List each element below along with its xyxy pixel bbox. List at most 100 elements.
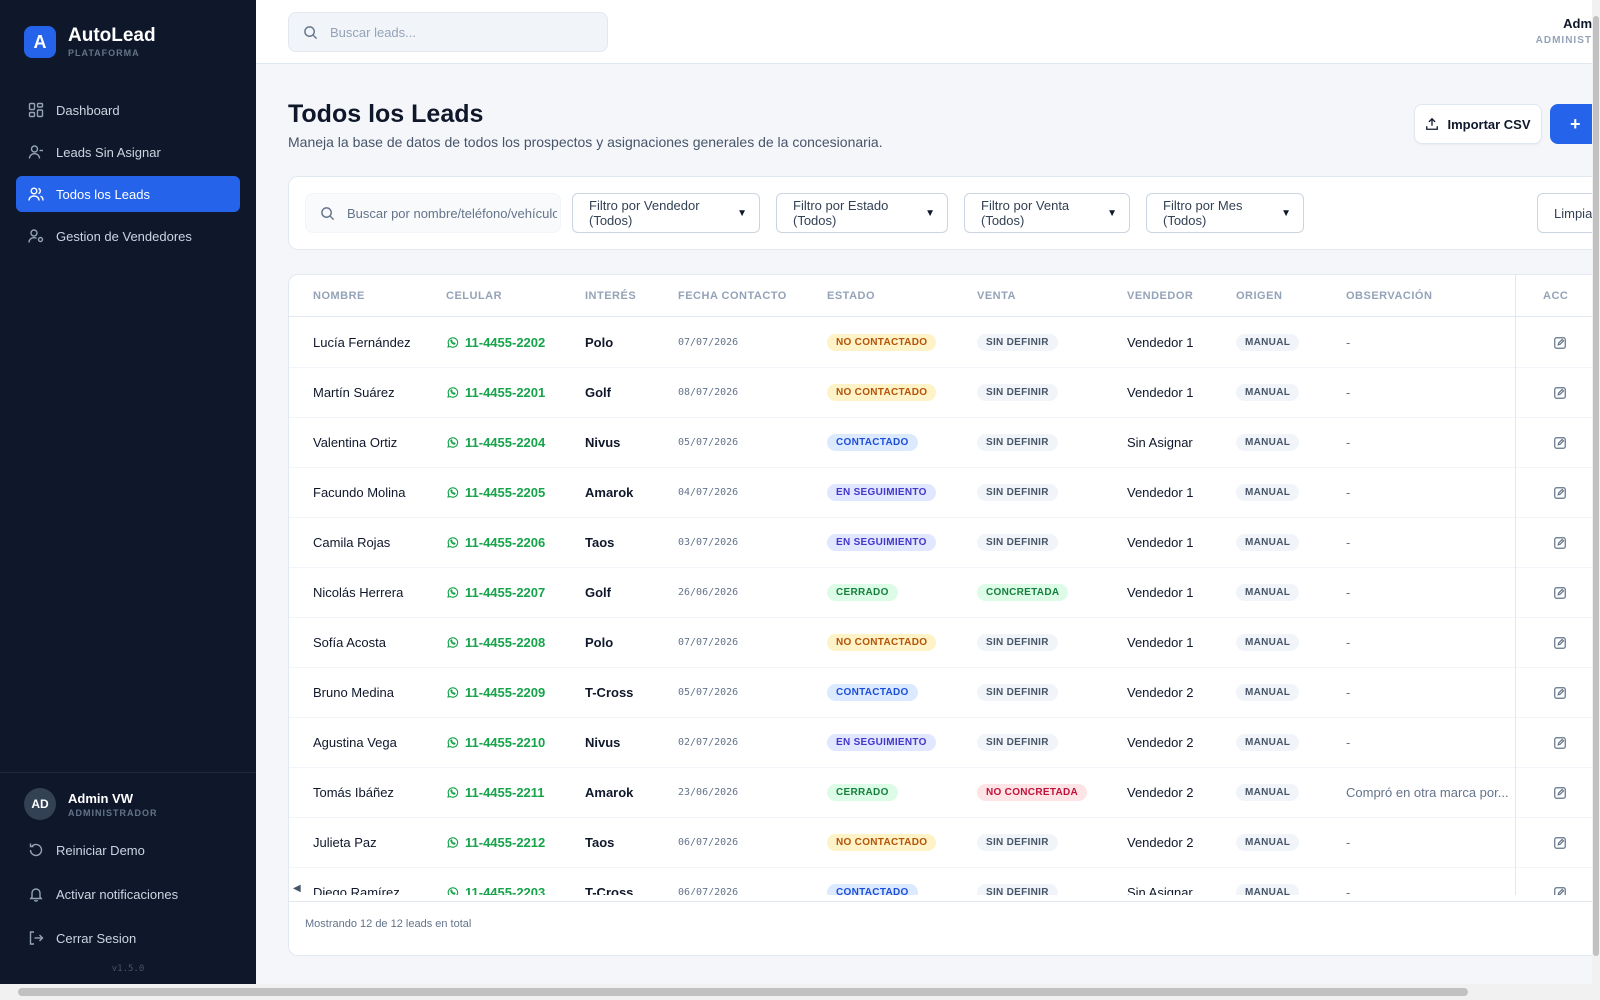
global-search-input[interactable]: [330, 24, 590, 40]
user-icon: [28, 145, 43, 159]
table-row[interactable]: Julieta Paz 11-4455-2212 Taos 06/07/2026 NO …: [289, 817, 1600, 868]
column-header[interactable]: CELULAR: [446, 290, 502, 302]
filter-mes-select[interactable]: Filtro por Mes (Todos) ▼: [1146, 193, 1304, 233]
table-horizontal-scrollbar[interactable]: ◀: [289, 883, 1600, 895]
sidebar-item-label: Todos los Leads: [56, 186, 150, 202]
table-row[interactable]: Nicolás Herrera 11-4455-2207 Golf 26/06/202…: [289, 567, 1600, 618]
column-header[interactable]: VENTA: [977, 290, 1016, 302]
lead-seller: Vendedor 1: [1127, 335, 1194, 350]
edit-lead-button[interactable]: [1553, 367, 1567, 418]
edit-lead-button[interactable]: [1553, 767, 1567, 818]
lead-phone: 11-4455-2207: [465, 585, 546, 600]
filter-estado-select[interactable]: Filtro por Estado (Todos) ▼: [776, 193, 948, 233]
scrollbar-thumb[interactable]: [1593, 16, 1599, 956]
edit-lead-button[interactable]: [1553, 717, 1567, 768]
sidebar-item-todos-los-leads[interactable]: Todos los Leads: [16, 176, 240, 212]
clear-filters-button[interactable]: Limpia: [1537, 193, 1600, 233]
lead-phone-link[interactable]: 11-4455-2204: [446, 417, 545, 468]
reset-demo-button[interactable]: Reiniciar Demo: [16, 830, 240, 870]
table-row[interactable]: Bruno Medina 11-4455-2209 T-Cross 05/07/202…: [289, 667, 1600, 718]
brand[interactable]: A AutoLead PLATAFORMA: [24, 26, 156, 58]
whatsapp-icon: [447, 687, 459, 698]
logout-button[interactable]: Cerrar Sesion: [16, 918, 240, 958]
filter-search[interactable]: [305, 193, 561, 233]
lead-contact-date: 06/07/2026: [678, 837, 739, 848]
edit-lead-button[interactable]: [1553, 317, 1567, 368]
filter-vendedor-select[interactable]: Filtro por Vendedor (Todos) ▼: [572, 193, 760, 233]
lead-seller: Sin Asignar: [1127, 435, 1193, 450]
table-row[interactable]: Sofía Acosta 11-4455-2208 Polo 07/07/2026 NO…: [289, 617, 1600, 668]
table-row[interactable]: Camila Rojas 11-4455-2206 Taos 03/07/2026 EN…: [289, 517, 1600, 568]
edit-lead-button[interactable]: [1553, 517, 1567, 568]
sidebar-item-leads-sin-asignar[interactable]: Leads Sin Asignar: [16, 134, 240, 170]
lead-phone-link[interactable]: 11-4455-2208: [446, 617, 545, 668]
lead-seller: Vendedor 1: [1127, 635, 1194, 650]
lead-name: Agustina Vega: [313, 735, 397, 750]
lead-phone-link[interactable]: 11-4455-2210: [446, 717, 545, 768]
sidebar-item-gestion-de-vendedores[interactable]: Gestion de Vendedores: [16, 218, 240, 254]
edit-lead-button[interactable]: [1553, 467, 1567, 518]
edit-lead-button[interactable]: [1553, 817, 1567, 868]
lead-interest: Amarok: [585, 485, 634, 500]
global-search[interactable]: [288, 12, 608, 52]
lead-observation: -: [1346, 635, 1351, 650]
edit-icon: [1554, 436, 1566, 449]
lead-phone: 11-4455-2212: [465, 835, 546, 850]
column-header[interactable]: ESTADO: [827, 290, 875, 302]
page-vertical-scrollbar[interactable]: [1592, 0, 1600, 984]
origin-badge: MANUAL: [1236, 484, 1300, 501]
table-row[interactable]: Facundo Molina 11-4455-2205 Amarok 04/07/20…: [289, 467, 1600, 518]
lead-interest: Nivus: [585, 435, 621, 450]
lead-phone-link[interactable]: 11-4455-2205: [446, 467, 545, 518]
edit-lead-button[interactable]: [1553, 617, 1567, 668]
lead-phone-link[interactable]: 11-4455-2209: [446, 667, 545, 718]
sidebar-item-dashboard[interactable]: Dashboard: [16, 92, 240, 128]
edit-lead-button[interactable]: [1553, 417, 1567, 468]
lead-interest: Amarok: [585, 785, 634, 800]
scrollbar-thumb[interactable]: [18, 988, 1468, 996]
lead-phone-link[interactable]: 11-4455-2202: [446, 317, 545, 368]
sale-badge: CONCRETADA: [977, 584, 1069, 601]
table-row[interactable]: Lucía Fernández 11-4455-2202 Polo 07/07/202…: [289, 317, 1600, 368]
lead-phone-link[interactable]: 11-4455-2206: [446, 517, 545, 568]
lead-phone-link[interactable]: 11-4455-2212: [446, 817, 545, 868]
lead-contact-date: 03/07/2026: [678, 537, 739, 548]
upload-icon: [1426, 117, 1439, 130]
column-header[interactable]: ACC: [1543, 290, 1568, 302]
table-row[interactable]: Agustina Vega 11-4455-2210 Nivus 02/07/2026…: [289, 717, 1600, 768]
lead-seller: Vendedor 1: [1127, 385, 1194, 400]
table-row[interactable]: Tomás Ibáñez 11-4455-2211 Amarok 23/06/2026…: [289, 767, 1600, 818]
logout-label: Cerrar Sesion: [56, 930, 137, 946]
lead-phone-link[interactable]: 11-4455-2207: [446, 567, 545, 618]
origin-badge: MANUAL: [1236, 784, 1300, 801]
topbar-user[interactable]: Adm ADMINIST: [1536, 16, 1592, 46]
actions-column-divider: [1515, 275, 1516, 895]
enable-notifications-button[interactable]: Activar notificaciones: [16, 874, 240, 914]
edit-lead-button[interactable]: [1553, 667, 1567, 718]
status-badge: EN SEGUIMIENTO: [827, 734, 936, 751]
lead-seller: Vendedor 2: [1127, 685, 1194, 700]
filter-vendedor-value: Filtro por Vendedor (Todos): [589, 198, 700, 228]
filter-search-input[interactable]: [347, 205, 557, 221]
edit-lead-button[interactable]: [1553, 567, 1567, 618]
topbar: Adm ADMINIST: [256, 0, 1592, 64]
table-row[interactable]: Martín Suárez 11-4455-2201 Golf 08/07/2026 N…: [289, 367, 1600, 418]
edit-icon: [1554, 836, 1566, 849]
column-header[interactable]: OBSERVACIÓN: [1346, 290, 1432, 302]
column-header[interactable]: ORIGEN: [1236, 290, 1282, 302]
page-horizontal-scrollbar[interactable]: [0, 984, 1600, 1000]
lead-phone-link[interactable]: 11-4455-2211: [446, 767, 545, 818]
scroll-left-arrow-icon[interactable]: ◀: [293, 883, 301, 894]
lead-seller: Vendedor 1: [1127, 535, 1194, 550]
filter-venta-select[interactable]: Filtro por Venta (Todos) ▼: [964, 193, 1130, 233]
origin-badge: MANUAL: [1236, 334, 1300, 351]
edit-icon: [1554, 686, 1566, 699]
column-header[interactable]: FECHA CONTACTO: [678, 290, 787, 302]
column-header[interactable]: VENDEDOR: [1127, 290, 1193, 302]
column-header[interactable]: INTERÉS: [585, 290, 636, 302]
sidebar-user[interactable]: AD Admin VW ADMINISTRADOR: [24, 788, 158, 820]
table-row[interactable]: Valentina Ortiz 11-4455-2204 Nivus 05/07/20…: [289, 417, 1600, 468]
lead-phone-link[interactable]: 11-4455-2201: [446, 367, 545, 418]
import-csv-button[interactable]: Importar CSV: [1414, 104, 1542, 144]
column-header[interactable]: NOMBRE: [313, 290, 365, 302]
